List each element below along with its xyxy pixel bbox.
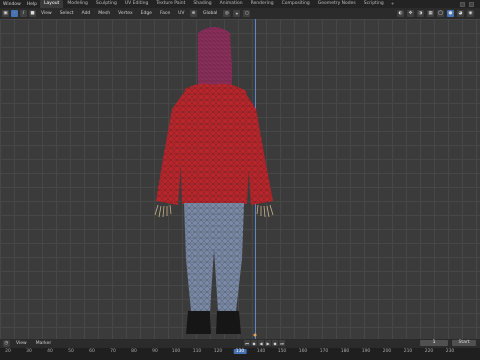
- jump-end-icon[interactable]: ⏭: [279, 340, 285, 346]
- ruler-tick: 60: [89, 349, 95, 354]
- jump-keyframe-back-icon[interactable]: ◆: [251, 340, 257, 346]
- ruler-tick: 210: [403, 349, 413, 354]
- solid-shading-icon[interactable]: ●: [447, 10, 454, 17]
- material-shading-icon[interactable]: ◕: [457, 10, 464, 17]
- play-icon[interactable]: ▶: [265, 340, 271, 346]
- character-mesh: [154, 27, 274, 337]
- orientation-dropdown[interactable]: Global: [200, 11, 220, 16]
- ruler-tick: 50: [68, 349, 74, 354]
- jump-start-icon[interactable]: ⏮: [244, 340, 250, 346]
- tab-rendering[interactable]: Rendering: [247, 0, 278, 8]
- rendered-shading-icon[interactable]: ◉: [467, 10, 474, 17]
- tab-texture-paint[interactable]: Texture Paint: [152, 0, 189, 8]
- left-shoe: [186, 311, 211, 334]
- timeline-menu-view[interactable]: View: [13, 341, 30, 346]
- jump-keyframe-forward-icon[interactable]: ◆: [272, 340, 278, 346]
- tab-sculpting[interactable]: Sculpting: [92, 0, 121, 8]
- edge-select-icon[interactable]: /: [20, 10, 27, 17]
- gizmo-icon[interactable]: ✥: [407, 10, 414, 17]
- playback-controls: ⏮ ◆ ◀ ▶ ◆ ⏭: [244, 340, 285, 346]
- topbar-right-controls: [460, 0, 480, 8]
- ruler-tick: 170: [319, 349, 329, 354]
- editor-type-icon[interactable]: ▣: [2, 10, 9, 17]
- view-layer-icon[interactable]: [469, 1, 474, 7]
- right-hand-mesh: [256, 204, 274, 218]
- tab-shading[interactable]: Shading: [189, 0, 215, 8]
- start-frame-field[interactable]: Start: [452, 340, 476, 346]
- tab-animation[interactable]: Animation: [216, 0, 247, 8]
- viewport-shading-controls: ◐ ✥ ◑ ▦ ◯ ● ◕ ◉: [397, 10, 474, 17]
- top-bar: Window Help Layout Modeling Sculpting UV…: [0, 0, 480, 8]
- ruler-tick: 140: [256, 349, 266, 354]
- timeline-ruler[interactable]: 20 30 40 50 60 70 80 90 100 110 120 130 …: [0, 348, 480, 360]
- pivot-icon[interactable]: ◎: [223, 10, 231, 17]
- ruler-tick: 190: [361, 349, 371, 354]
- menu-uv[interactable]: UV: [175, 11, 187, 16]
- menu-help[interactable]: Help: [24, 2, 40, 7]
- left-hand-mesh: [154, 204, 172, 218]
- ruler-tick: 30: [26, 349, 32, 354]
- ruler-tick: 200: [382, 349, 392, 354]
- menu-window[interactable]: Window: [0, 2, 24, 7]
- menu-view[interactable]: View: [38, 11, 55, 16]
- menu-face[interactable]: Face: [157, 11, 173, 16]
- ruler-tick: 100: [171, 349, 181, 354]
- ruler-tick: 160: [298, 349, 308, 354]
- transform-controls: ⊕ Global ◎ ⌖ ○: [190, 10, 251, 17]
- ruler-tick: 40: [47, 349, 53, 354]
- add-workspace-button[interactable]: +: [388, 2, 398, 7]
- viewport-header: ▣ · / ■ View Select Add Mesh Vertex Edge…: [0, 8, 480, 19]
- ruler-tick: 70: [110, 349, 116, 354]
- tab-uv-editing[interactable]: UV Editing: [121, 0, 152, 8]
- current-frame-field[interactable]: 1: [420, 340, 448, 346]
- tab-geometry-nodes[interactable]: Geometry Nodes: [314, 0, 360, 8]
- scene-selector-icon[interactable]: [460, 1, 465, 7]
- ruler-tick: 230: [445, 349, 455, 354]
- timeline-editor-icon[interactable]: ◷: [3, 340, 10, 347]
- menu-add[interactable]: Add: [79, 11, 94, 16]
- overlay-icon[interactable]: ◑: [417, 10, 424, 17]
- play-reverse-icon[interactable]: ◀: [258, 340, 264, 346]
- ruler-tick: 120: [213, 349, 223, 354]
- ruler-tick: 110: [192, 349, 202, 354]
- tab-modeling[interactable]: Modeling: [63, 0, 91, 8]
- menu-mesh[interactable]: Mesh: [95, 11, 113, 16]
- ruler-tick: 180: [340, 349, 350, 354]
- 3d-viewport[interactable]: [0, 19, 480, 339]
- visibility-icon[interactable]: ◐: [397, 10, 404, 17]
- ruler-tick: 20: [5, 349, 11, 354]
- ruler-tick: 90: [152, 349, 158, 354]
- orientation-icon[interactable]: ⊕: [190, 10, 197, 17]
- object-origin[interactable]: [253, 333, 257, 337]
- ruler-current-frame-indicator[interactable]: 130: [233, 349, 247, 354]
- right-shoe: [216, 311, 241, 334]
- timeline-menu-marker[interactable]: Marker: [33, 341, 55, 346]
- ruler-tick: 150: [277, 349, 287, 354]
- tab-layout[interactable]: Layout: [40, 0, 64, 8]
- menu-edge[interactable]: Edge: [138, 11, 155, 16]
- xray-icon[interactable]: ▦: [427, 10, 434, 17]
- menu-select[interactable]: Select: [57, 11, 77, 16]
- ruler-tick: 220: [424, 349, 434, 354]
- ruler-tick: 80: [131, 349, 137, 354]
- face-select-icon[interactable]: ■: [29, 10, 36, 17]
- timeline-header: ◷ View Marker ⏮ ◆ ◀ ▶ ◆ ⏭ 1 Start: [0, 339, 480, 348]
- menu-vertex[interactable]: Vertex: [115, 11, 135, 16]
- wireframe-shading-icon[interactable]: ◯: [437, 10, 444, 17]
- snap-icon[interactable]: ⌖: [233, 10, 241, 17]
- proportional-edit-icon[interactable]: ○: [243, 10, 251, 17]
- tab-compositing[interactable]: Compositing: [278, 0, 314, 8]
- vertex-select-icon[interactable]: ·: [11, 10, 18, 17]
- tab-scripting[interactable]: Scripting: [360, 0, 388, 8]
